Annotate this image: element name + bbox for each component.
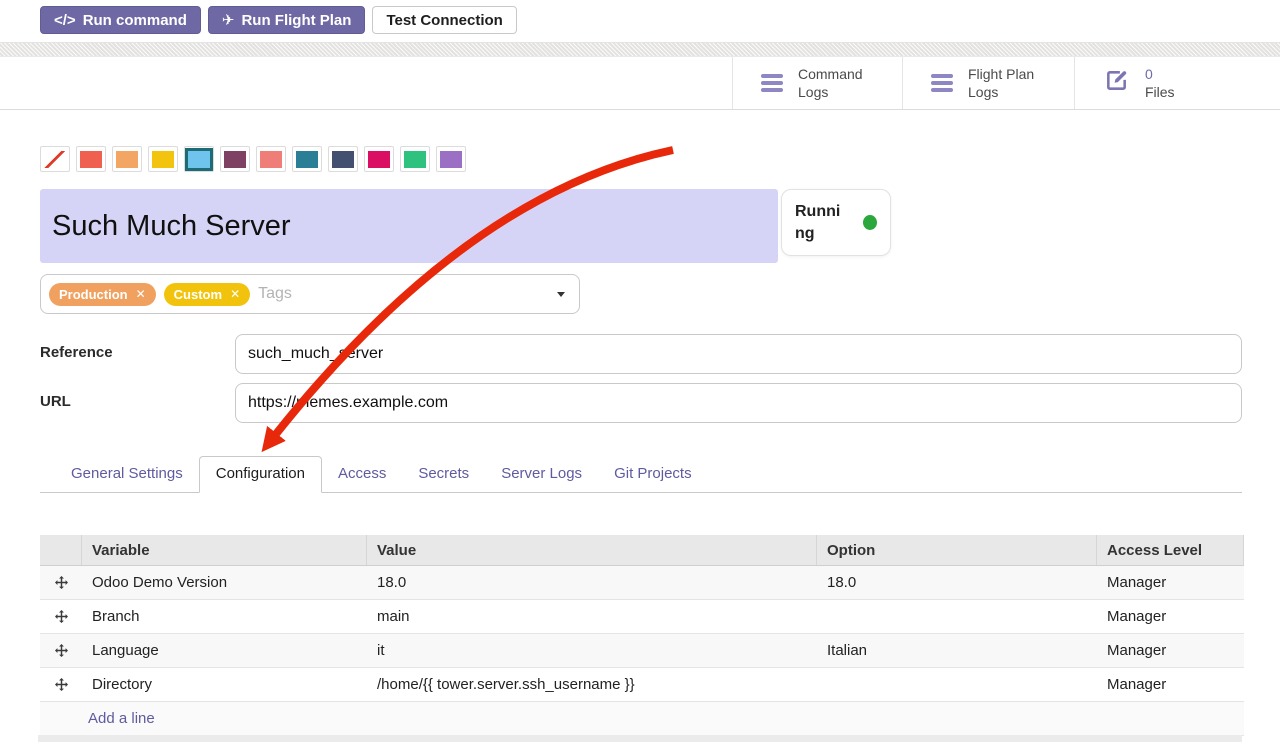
color-swatch-none[interactable]: [40, 146, 70, 172]
tags-placeholder: Tags: [258, 285, 292, 303]
url-input[interactable]: [235, 383, 1242, 423]
remove-tag-icon[interactable]: ✕: [136, 287, 146, 301]
reference-input[interactable]: [235, 334, 1242, 374]
cell-option[interactable]: 18.0: [817, 574, 1097, 591]
paper-plane-icon: ✈: [222, 11, 235, 29]
flight-plan-logs-label: Flight Plan Logs: [968, 65, 1034, 101]
drag-handle-icon[interactable]: [40, 644, 82, 657]
color-swatch-raspberry[interactable]: [364, 146, 394, 172]
title-row: Running: [40, 189, 1242, 263]
tag-production[interactable]: Production ✕: [49, 283, 156, 306]
cell-access-level[interactable]: Manager: [1097, 608, 1244, 625]
list-icon: [931, 74, 953, 92]
color-swatch-green[interactable]: [400, 146, 430, 172]
cell-value[interactable]: 18.0: [367, 574, 817, 591]
tag-label: Production: [59, 287, 128, 302]
run-flight-plan-label: Run Flight Plan: [241, 12, 351, 29]
table-row[interactable]: Language it Italian Manager: [40, 634, 1244, 668]
tab-general-settings[interactable]: General Settings: [55, 457, 199, 492]
column-header-value[interactable]: Value: [367, 535, 817, 565]
cell-value[interactable]: /home/{{ tower.server.ssh_username }}: [367, 676, 817, 693]
run-command-button[interactable]: </> Run command: [40, 6, 201, 34]
cell-access-level[interactable]: Manager: [1097, 642, 1244, 659]
color-swatch-teal[interactable]: [292, 146, 322, 172]
url-label: URL: [40, 383, 235, 423]
status-widget[interactable]: Running: [781, 189, 891, 256]
handle-column-header: [40, 535, 82, 565]
cell-access-level[interactable]: Manager: [1097, 676, 1244, 693]
color-swatch-light-blue-selected[interactable]: [184, 146, 214, 172]
chevron-down-icon[interactable]: [557, 292, 565, 297]
url-field-row: URL: [40, 383, 1242, 423]
color-swatch-salmon[interactable]: [256, 146, 286, 172]
files-stat-button[interactable]: 0 Files: [1074, 57, 1280, 109]
cell-option[interactable]: Italian: [817, 642, 1097, 659]
command-logs-label: Command Logs: [798, 65, 863, 101]
column-header-variable[interactable]: Variable: [82, 535, 367, 565]
column-header-access-level[interactable]: Access Level: [1097, 535, 1244, 565]
cell-access-level[interactable]: Manager: [1097, 574, 1244, 591]
code-icon: </>: [54, 12, 76, 29]
page-background-strip: [0, 42, 1280, 57]
list-icon: [761, 74, 783, 92]
drag-handle-icon[interactable]: [40, 576, 82, 589]
drag-handle-icon[interactable]: [40, 678, 82, 691]
tab-git-projects[interactable]: Git Projects: [598, 457, 708, 492]
tags-field[interactable]: Production ✕ Custom ✕ Tags: [40, 274, 580, 314]
table-row[interactable]: Branch main Manager: [40, 600, 1244, 634]
cell-variable[interactable]: Branch: [82, 608, 367, 625]
remove-tag-icon[interactable]: ✕: [230, 287, 240, 301]
color-swatch-red[interactable]: [76, 146, 106, 172]
status-dot-icon: [863, 215, 877, 230]
tab-server-logs[interactable]: Server Logs: [485, 457, 598, 492]
cell-variable[interactable]: Language: [82, 642, 367, 659]
cell-variable[interactable]: Directory: [82, 676, 367, 693]
tab-access[interactable]: Access: [322, 457, 402, 492]
notebook-tabs: General Settings Configuration Access Se…: [40, 456, 1242, 493]
table-header-row: Variable Value Option Access Level: [40, 535, 1244, 566]
test-connection-button[interactable]: Test Connection: [372, 6, 516, 34]
run-command-label: Run command: [83, 12, 187, 29]
configuration-table: Variable Value Option Access Level Odoo …: [40, 535, 1244, 736]
color-swatch-violet[interactable]: [436, 146, 466, 172]
table-row[interactable]: Odoo Demo Version 18.0 18.0 Manager: [40, 566, 1244, 600]
color-swatch-row: [40, 146, 1242, 172]
column-header-option[interactable]: Option: [817, 535, 1097, 565]
color-swatch-yellow[interactable]: [148, 146, 178, 172]
server-form-page: </> Run command ✈ Run Flight Plan Test Con…: [0, 0, 1280, 742]
color-swatch-orange[interactable]: [112, 146, 142, 172]
tab-secrets[interactable]: Secrets: [402, 457, 485, 492]
edit-pencil-icon: [1103, 67, 1130, 99]
files-label: 0 Files: [1145, 65, 1175, 101]
add-a-line-link[interactable]: Add a line: [88, 710, 155, 727]
tag-label: Custom: [174, 287, 222, 302]
form-sheet: Running Production ✕ Custom ✕ Tags Refer…: [0, 146, 1280, 736]
color-swatch-navy[interactable]: [328, 146, 358, 172]
cell-variable[interactable]: Odoo Demo Version: [82, 574, 367, 591]
cell-value[interactable]: it: [367, 642, 817, 659]
action-toolbar: </> Run command ✈ Run Flight Plan Test Con…: [0, 0, 1280, 34]
tag-custom[interactable]: Custom ✕: [164, 283, 250, 306]
run-flight-plan-button[interactable]: ✈ Run Flight Plan: [208, 6, 366, 34]
tab-configuration[interactable]: Configuration: [199, 456, 322, 493]
flight-plan-logs-stat-button[interactable]: Flight Plan Logs: [902, 57, 1074, 109]
sheet-bottom-edge: [38, 735, 1242, 742]
reference-field-row: Reference: [40, 334, 1242, 374]
table-row[interactable]: Directory /home/{{ tower.server.ssh_user…: [40, 668, 1244, 702]
form-header-band: Command Logs Flight Plan Logs 0 Files: [0, 57, 1280, 110]
server-name-input[interactable]: [40, 189, 778, 263]
cell-value[interactable]: main: [367, 608, 817, 625]
color-swatch-dark-purple[interactable]: [220, 146, 250, 172]
add-line-row: Add a line: [40, 702, 1244, 736]
test-connection-label: Test Connection: [386, 12, 502, 29]
drag-handle-icon[interactable]: [40, 610, 82, 623]
status-label: Running: [795, 201, 847, 244]
command-logs-stat-button[interactable]: Command Logs: [732, 57, 902, 109]
reference-label: Reference: [40, 334, 235, 374]
